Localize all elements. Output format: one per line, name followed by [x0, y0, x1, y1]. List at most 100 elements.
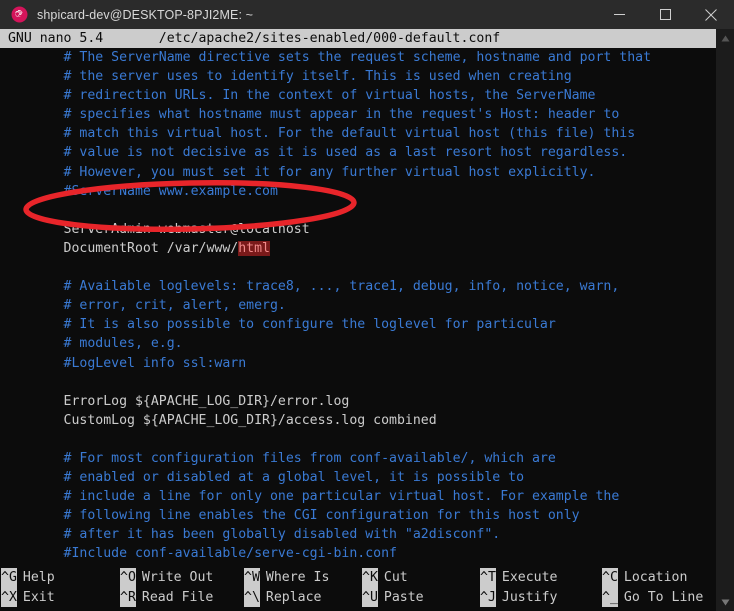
shortcut-execute[interactable]: ^T Execute — [480, 568, 602, 588]
shortcut-key: ^O — [120, 568, 136, 588]
shortcut-label: Location — [623, 570, 688, 585]
editor-text-area[interactable]: # The ServerName directive sets the requ… — [0, 48, 716, 565]
shortcut-replace[interactable]: ^\ Replace — [244, 587, 362, 607]
minimize-icon — [613, 14, 625, 15]
nano-shortcut-bar: ^G Help ^O Write Out ^W Where Is ^K Cut ^T Execut… — [0, 568, 716, 611]
shortcut-location[interactable]: ^C Location — [602, 568, 716, 588]
shortcut-row: ^X Exit ^R Read File ^\ Replace ^U Paste ^J Justi… — [0, 587, 716, 607]
shortcut-label: Help — [22, 570, 55, 585]
nano-header-spacer — [103, 29, 159, 48]
vertical-scrollbar[interactable] — [716, 29, 734, 611]
editor-line: ErrorLog ${APACHE_LOG_DIR}/error.log — [0, 392, 716, 411]
chevron-down-icon — [721, 599, 729, 605]
maximize-icon — [659, 9, 671, 20]
editor-line: # It is also possible to configure the l… — [0, 315, 716, 334]
shortcut-exit[interactable]: ^X Exit — [0, 587, 120, 607]
shortcut-label: Exit — [22, 589, 55, 605]
editor-line: # However, you must set it for any furth… — [0, 163, 716, 182]
line-text: # The ServerName directive sets the requ… — [63, 50, 652, 65]
editor-line: # include a line for only one particular… — [0, 487, 716, 506]
line-text: #Include conf-available/serve-cgi-bin.co… — [63, 546, 397, 562]
editor-line: # the server uses to identify itself. Th… — [0, 67, 716, 86]
nano-file-path: /etc/apache2/sites-enabled/000-default.c… — [158, 31, 501, 46]
editor-line: # enabled or disabled at a global level,… — [0, 468, 716, 487]
titlebar-title-group: shpicard-dev@DESKTOP-8PJI2ME: ~ — [0, 6, 596, 23]
shortcut-read-file[interactable]: ^R Read File — [120, 587, 244, 607]
editor-line: # The ServerName directive sets the requ… — [0, 48, 716, 67]
editor-line: # error, crit, alert, emerg. — [0, 296, 716, 315]
shortcut-justify[interactable]: ^J Justify — [480, 587, 602, 607]
line-text: #ServerName www.example.com — [63, 183, 278, 199]
editor-line: # following line enables the CGI configu… — [0, 506, 716, 525]
line-text: #LogLevel info ssl:warn — [63, 355, 247, 371]
shortcut-label: Justify — [501, 589, 558, 605]
line-text: # It is also possible to configure the l… — [63, 317, 556, 333]
nano-header-tail — [500, 29, 667, 48]
scroll-up-button[interactable] — [716, 29, 734, 47]
shortcut-key: ^W — [244, 568, 260, 588]
scroll-down-button[interactable] — [716, 593, 734, 611]
shortcut-label: Where Is — [265, 570, 330, 585]
window-titlebar[interactable]: shpicard-dev@DESKTOP-8PJI2ME: ~ — [0, 0, 734, 29]
shortcut-key: ^G — [1, 568, 17, 588]
line-text: CustomLog ${APACHE_LOG_DIR}/access.log c… — [63, 412, 437, 428]
line-text: # For most configuration files from conf… — [63, 450, 556, 466]
shortcut-help[interactable]: ^G Help — [0, 568, 120, 588]
shortcut-label: Paste — [383, 589, 424, 605]
shortcut-key: ^K — [362, 568, 378, 588]
shortcut-label: Write Out — [141, 570, 214, 585]
maximize-button[interactable] — [642, 0, 688, 29]
editor-line: </VirtualHost> — [0, 564, 716, 565]
nano-app-name: GNU nano 5.4 — [0, 31, 104, 46]
shortcut-where-is[interactable]: ^W Where Is — [244, 568, 362, 588]
shortcut-label: Replace — [265, 589, 322, 605]
close-button[interactable] — [688, 0, 734, 29]
shortcut-cut[interactable]: ^K Cut — [362, 568, 480, 588]
shortcut-paste[interactable]: ^U Paste — [362, 587, 480, 607]
shortcut-label: Execute — [501, 570, 558, 585]
shortcut-write-out[interactable]: ^O Write Out — [120, 568, 244, 588]
debian-logo-icon — [11, 6, 28, 23]
chevron-up-icon — [721, 35, 729, 41]
shortcut-key: ^T — [480, 568, 496, 588]
minimize-button[interactable] — [596, 0, 642, 29]
editor-line: # match this virtual host. For the defau… — [0, 124, 716, 143]
editor-line: ServerAdmin webmaster@localhost — [0, 220, 716, 239]
terminal-window: shpicard-dev@DESKTOP-8PJI2ME: ~ GNU nano… — [0, 0, 734, 611]
editor-line: # For most configuration files from conf… — [0, 449, 716, 468]
shortcut-row: ^G Help ^O Write Out ^W Where Is ^K Cut ^T Execut… — [0, 568, 716, 588]
shortcut-label: Cut — [383, 570, 408, 585]
close-icon — [705, 8, 717, 21]
shortcut-label: Go To Line — [623, 589, 704, 605]
shortcut-go-to-line[interactable]: ^_ Go To Line — [602, 587, 716, 607]
line-text: # modules, e.g. — [63, 336, 183, 352]
line-text: # specifies what hostname must appear in… — [63, 107, 620, 123]
shortcut-key: ^R — [120, 587, 136, 607]
editor-line: CustomLog ${APACHE_LOG_DIR}/access.log c… — [0, 411, 716, 430]
shortcut-key: ^J — [480, 587, 496, 607]
line-text: # However, you must set it for any furth… — [63, 164, 596, 180]
line-text: # include a line for only one particular… — [63, 489, 620, 505]
